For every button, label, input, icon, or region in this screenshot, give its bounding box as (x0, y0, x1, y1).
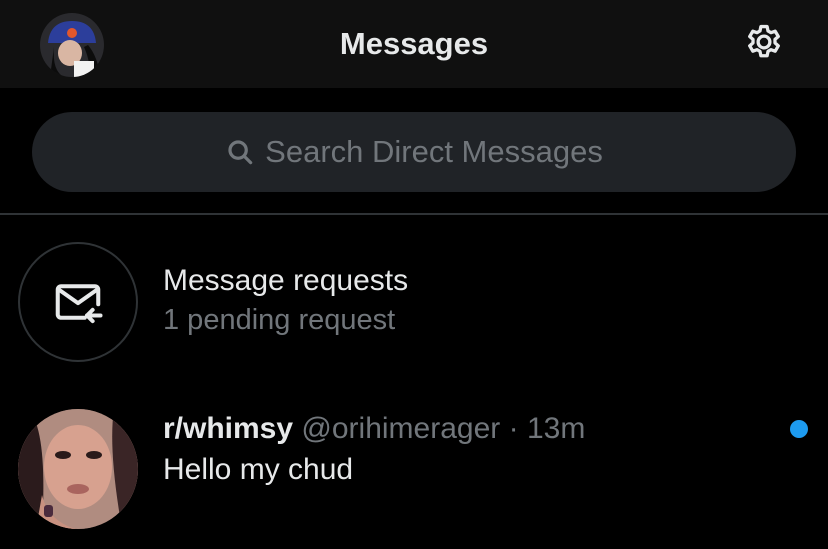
unread-indicator (790, 420, 808, 438)
conversation-item[interactable]: r/whimsy @orihimerager · 13m Hello my ch… (0, 398, 828, 549)
envelope-return-icon (55, 284, 103, 324)
page-title: Messages (339, 26, 489, 61)
conversation-preview: Hello my chud (163, 453, 354, 486)
conversation-timestamp: 13m (526, 412, 586, 445)
message-requests-subtitle: 1 pending request (163, 304, 396, 336)
top-bar: Messages (0, 0, 828, 88)
separator-dot: · (508, 412, 519, 445)
search-placeholder: Search Direct Messages (265, 134, 603, 169)
conversation-name: r/whimsy (163, 412, 294, 445)
conversation-header: r/whimsy @orihimerager · 13m (163, 412, 585, 446)
gear-icon (748, 24, 780, 58)
avatar[interactable] (18, 409, 138, 529)
conversation-handle: @orihimerager (301, 412, 501, 445)
search-input[interactable]: Search Direct Messages (32, 112, 796, 192)
settings-button[interactable] (741, 21, 787, 67)
message-requests-icon-container (18, 242, 138, 362)
divider (0, 213, 828, 215)
message-requests-row[interactable]: Message requests 1 pending request (0, 228, 828, 388)
message-requests-title: Message requests (163, 264, 409, 297)
search-icon (228, 140, 253, 165)
